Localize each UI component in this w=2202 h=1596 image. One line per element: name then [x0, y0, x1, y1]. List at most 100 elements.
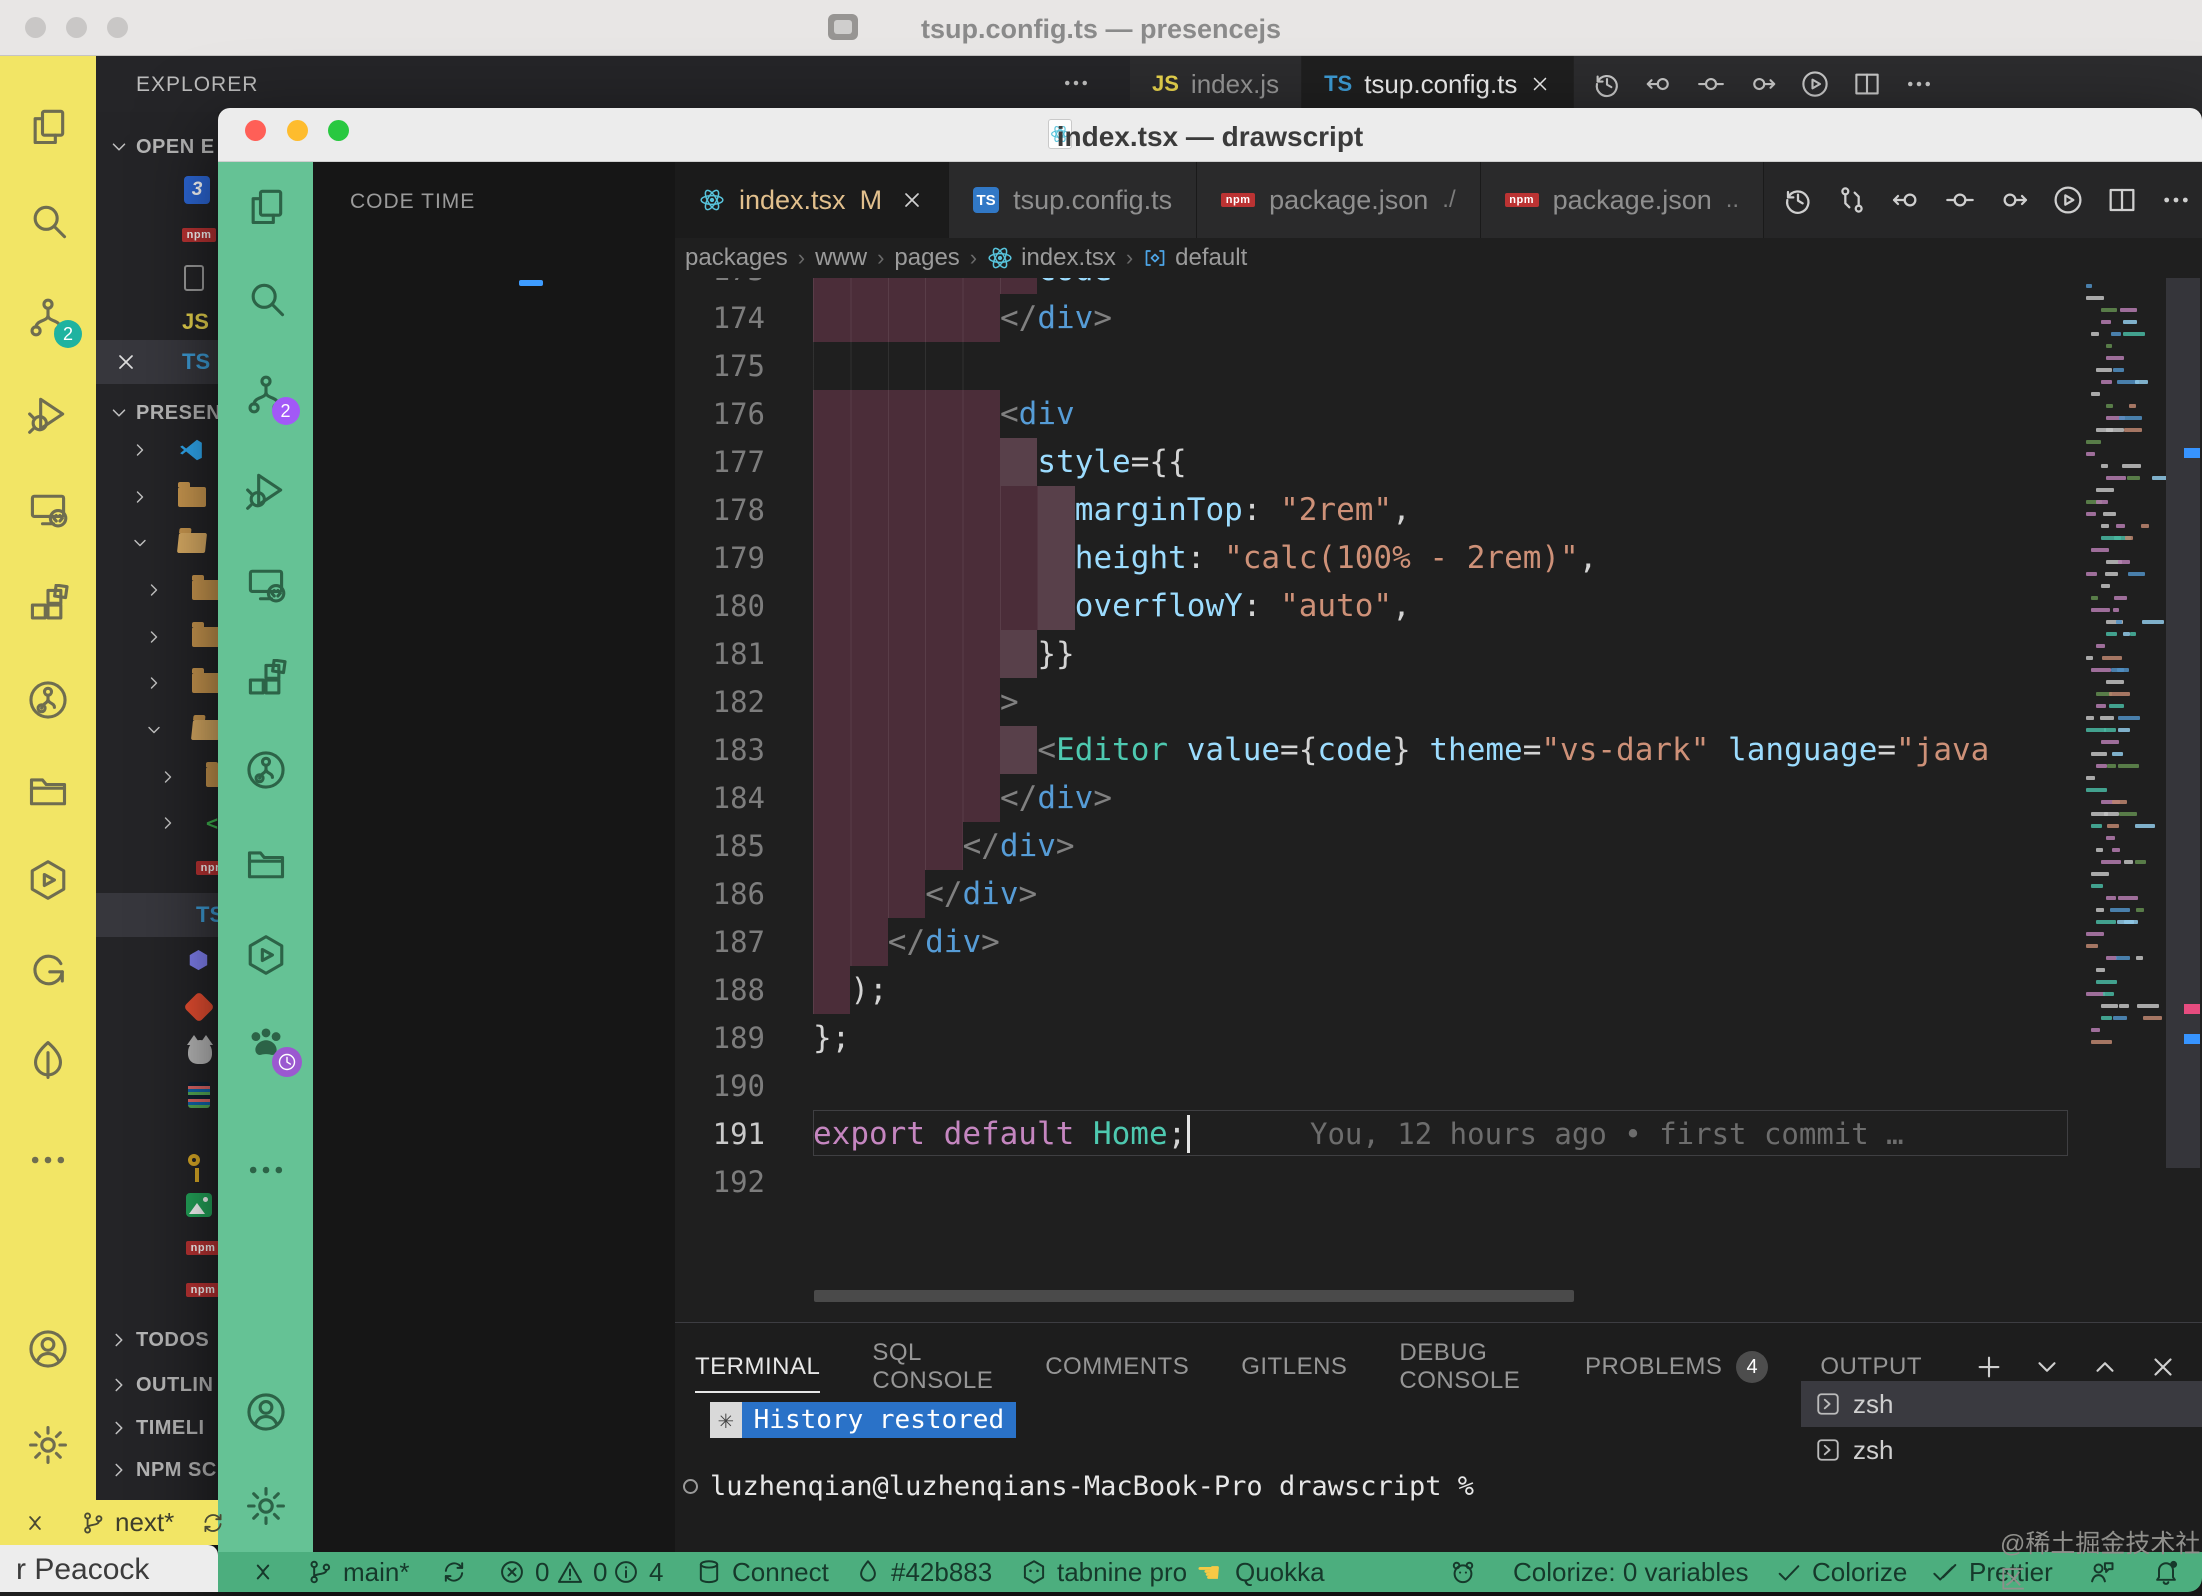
status-sync[interactable] [440, 1552, 468, 1592]
bg-tab-index.js[interactable]: JSindex.js [1130, 56, 1302, 112]
bg-tab-tsup.config.ts[interactable]: TStsup.config.ts [1302, 56, 1574, 112]
tree-item[interactable] [96, 568, 218, 612]
status-check[interactable]: Colorize [1775, 1552, 1907, 1592]
code-line-185[interactable]: 185</div> [675, 822, 2082, 870]
play-circle-icon[interactable] [2052, 184, 2084, 216]
activity-more-icon[interactable] [244, 1148, 288, 1192]
activity-settings-icon[interactable] [26, 1423, 70, 1467]
code-line-175[interactable]: 175 [675, 342, 2082, 390]
tree-section-OPEN E[interactable]: OPEN E [96, 125, 218, 169]
horizontal-scrollbar[interactable] [814, 1290, 1574, 1302]
tree-item[interactable] [96, 755, 218, 799]
tab-package.json[interactable]: npmpackage.json./ [1197, 162, 1480, 238]
tree-item[interactable]: JS [96, 300, 218, 344]
breadcrumb-pages[interactable]: pages [894, 244, 959, 272]
code-line-192[interactable]: 192 [675, 1158, 2082, 1206]
activity-more-icon[interactable] [26, 1138, 70, 1182]
activity-run-debug-icon[interactable] [244, 468, 288, 512]
activity-extensions-icon[interactable] [244, 659, 288, 703]
code-line-183[interactable]: 183<Editor value={code} theme="vs-dark" … [675, 726, 2082, 774]
status-colorize-0-variables[interactable]: Colorize: 0 variables [1513, 1552, 1749, 1592]
status-branch[interactable]: next* [80, 1500, 174, 1545]
tree-item[interactable] [96, 985, 218, 1029]
code-line-173[interactable]: 173code [675, 278, 2082, 294]
tree-item[interactable] [96, 256, 218, 300]
activity-extensions-icon[interactable] [26, 584, 70, 628]
history-icon[interactable] [1782, 184, 1814, 216]
close-icon[interactable] [114, 350, 138, 374]
status-remote-indicator[interactable] [22, 1500, 48, 1545]
tree-item[interactable] [96, 1073, 218, 1117]
peacock-toast[interactable]: r Peacock [0, 1545, 218, 1592]
code-line-187[interactable]: 187</div> [675, 918, 2082, 966]
panel-tab-DEBUG CONSOLE[interactable]: DEBUG CONSOLE [1399, 1339, 1533, 1395]
circle-left-icon[interactable] [1890, 184, 1922, 216]
panel-tab-TERMINAL[interactable]: TERMINAL [695, 1353, 820, 1393]
compare-icon[interactable] [1836, 184, 1868, 216]
activity-mongodb-icon[interactable] [26, 1038, 70, 1082]
status-remote-indicator[interactable] [249, 1552, 277, 1592]
minimap[interactable] [2082, 278, 2160, 1178]
code-line-177[interactable]: 177style={{ [675, 438, 2082, 486]
activity-explorer-icon[interactable] [26, 104, 70, 148]
breadcrumb-index.tsx[interactable]: index.tsx [987, 244, 1116, 272]
tree-item[interactable] [96, 708, 218, 752]
breadcrumb-www[interactable]: www [815, 244, 867, 272]
tree-item[interactable] [96, 1030, 218, 1074]
status-tabnine-hex[interactable]: tabnine pro☚ [1020, 1552, 1221, 1592]
tree-section-TIMELI[interactable]: TIMELI [96, 1406, 218, 1450]
chevron-up-icon[interactable] [2090, 1352, 2120, 1382]
chevron-down-icon[interactable] [2032, 1352, 2062, 1382]
activity-project-manager-icon[interactable] [26, 768, 70, 812]
code-line-174[interactable]: 174</div> [675, 294, 2082, 342]
activity-account-icon[interactable] [26, 1327, 70, 1371]
circle-left-icon[interactable] [1644, 69, 1674, 99]
activity-source-control-icon[interactable]: 2 [26, 296, 70, 340]
tree-item[interactable]: npmp [96, 1226, 218, 1270]
status-info-circle[interactable]: 4 [612, 1552, 663, 1592]
code-line-182[interactable]: 182> [675, 678, 2082, 726]
close-icon[interactable] [900, 188, 924, 212]
status-sync[interactable] [200, 1500, 226, 1545]
status-warning-triangle[interactable]: 0 [556, 1552, 607, 1592]
code-line-184[interactable]: 184</div> [675, 774, 2082, 822]
activity-account-icon[interactable] [244, 1390, 288, 1434]
tab-package.json[interactable]: npmpackage.json.. [1481, 162, 1764, 238]
panel-tab-OUTPUT[interactable]: OUTPUT [1820, 1353, 1922, 1381]
circle-right-icon[interactable] [1998, 184, 2030, 216]
activity-search-icon[interactable] [26, 200, 70, 244]
activity-code-time-paw-icon[interactable] [244, 1021, 288, 1065]
status-database[interactable]: Connect [695, 1552, 829, 1592]
terminal-instance-zsh[interactable]: zsh [1801, 1427, 2202, 1473]
fg-titlebar[interactable]: index.tsx — drawscript [218, 108, 2202, 162]
activity-hexagon-tool-icon[interactable] [244, 933, 288, 977]
activity-gitlens-icon[interactable] [244, 748, 288, 792]
activity-run-debug-icon[interactable] [26, 392, 70, 436]
activity-remote-explorer-icon[interactable] [26, 488, 70, 532]
split-editor-icon[interactable] [1852, 69, 1882, 99]
status-branch[interactable]: main* [306, 1552, 409, 1592]
tree-item[interactable]: npm [96, 846, 218, 890]
history-icon[interactable] [1592, 69, 1622, 99]
breadcrumb-packages[interactable]: packages [685, 244, 788, 272]
tab-index.tsx[interactable]: index.tsxM [675, 162, 949, 238]
code-line-180[interactable]: 180overflowY: "auto", [675, 582, 2082, 630]
tab-tsup.config.ts[interactable]: TStsup.config.ts [949, 162, 1197, 238]
panel-tab-COMMENTS[interactable]: COMMENTS [1045, 1353, 1189, 1381]
tree-section-TODOS[interactable]: TODOS [96, 1318, 218, 1362]
code-line-181[interactable]: 181}} [675, 630, 2082, 678]
activity-search-icon[interactable] [244, 278, 288, 322]
tree-item[interactable]: p [96, 521, 218, 565]
tree-section-NPM SC[interactable]: NPM SC [96, 1448, 218, 1492]
tree-item[interactable]: npmp [96, 1268, 218, 1312]
tree-item[interactable]: le [96, 1183, 218, 1227]
code-line-176[interactable]: 176<div [675, 390, 2082, 438]
code-line-178[interactable]: 178marginTop: "2rem", [675, 486, 2082, 534]
panel-tab-PROBLEMS[interactable]: PROBLEMS4 [1585, 1351, 1768, 1383]
code-line-188[interactable]: 188); [675, 966, 2082, 1014]
activity-source-control-icon[interactable]: 2 [244, 373, 288, 417]
status-quokka[interactable]: Quokka [1235, 1552, 1325, 1592]
circle-right-icon[interactable] [1748, 69, 1778, 99]
activity-explorer-icon[interactable] [244, 184, 288, 228]
breadcrumb[interactable]: packages›www›pages›index.tsx›default [675, 238, 2202, 278]
